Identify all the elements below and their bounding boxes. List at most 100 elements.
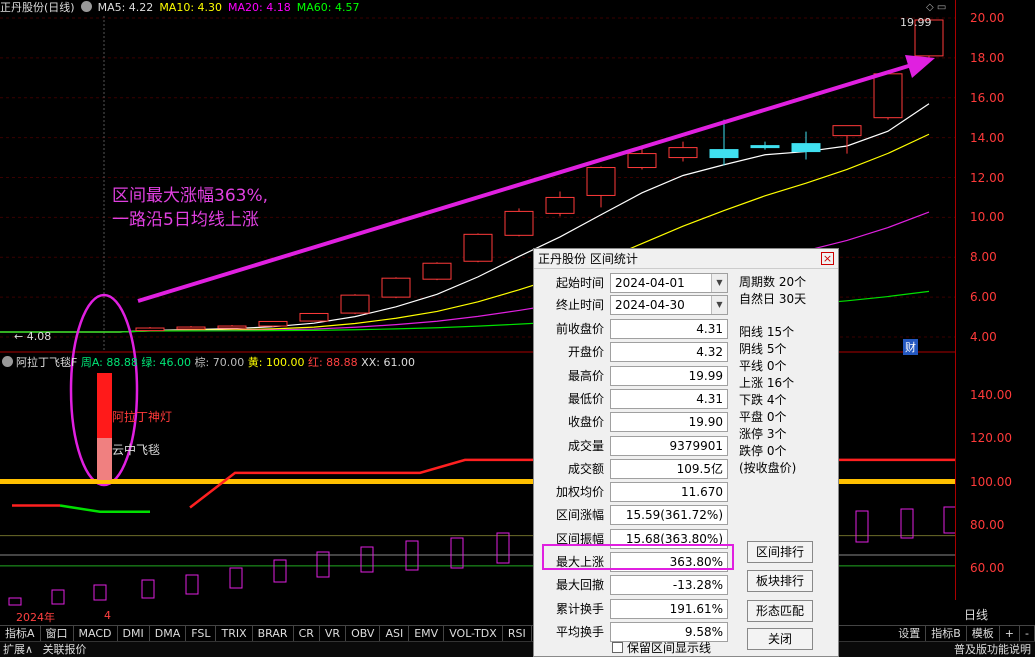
stat-row: 成交量 9379901 <box>534 435 734 456</box>
candle-body[interactable] <box>791 143 821 153</box>
candle-body[interactable] <box>463 233 493 262</box>
purple-bar <box>93 584 107 601</box>
tab-right[interactable]: 设置 <box>893 626 927 641</box>
tab-right[interactable]: 模板 <box>967 626 1000 641</box>
price-axis-label: 18.00 <box>970 50 1005 65</box>
ma60-value: MA60: 4.57 <box>296 1 360 14</box>
tab-indicator[interactable]: DMA <box>150 626 187 641</box>
ind-hong: 红: 88.88 <box>307 356 358 369</box>
tab-indicator[interactable]: TRIX <box>216 626 253 641</box>
annotation-line-1: 区间最大涨幅363%, <box>112 186 269 206</box>
tab-indicator[interactable]: VR <box>320 626 347 641</box>
purple-bar <box>855 510 869 543</box>
close-button[interactable]: 关闭 <box>747 628 813 650</box>
tab-indicator[interactable]: 窗口 <box>41 626 74 641</box>
stat-row: 最低价 4.31 <box>534 388 734 409</box>
stat-row-label: 平均换手 <box>555 624 604 639</box>
indicator-tabs: 指标A 窗口 MACD DMI DMA FSL TRIX BRAR CR VR OBV ASI EMV V… <box>0 625 1035 641</box>
tab-indicator[interactable]: DMI <box>118 626 150 641</box>
ma10-value: MA10: 4.30 <box>159 1 223 14</box>
candle-body[interactable] <box>627 153 657 169</box>
tab-indicator[interactable]: FSL <box>186 626 217 641</box>
price-axis-label: 20.00 <box>970 11 1005 25</box>
tab-indicator[interactable]: 指标A <box>0 626 41 641</box>
stat-row-value: 9379901 <box>610 435 728 456</box>
stat-row-label: 区间涨幅 <box>555 508 604 523</box>
checkbox-box[interactable] <box>612 642 623 653</box>
candle-body[interactable] <box>668 147 698 159</box>
stat-row: 加权均价 11.670 <box>534 482 734 503</box>
candle-body[interactable] <box>504 210 534 236</box>
financial-badge[interactable]: 财 <box>903 339 918 355</box>
month-label: 4 <box>104 609 111 622</box>
settings-icon[interactable] <box>80 1 92 12</box>
tab-right[interactable]: 指标B <box>926 626 967 641</box>
green-indicator-line <box>59 504 150 514</box>
dialog-title: 正丹股份 区间统计 <box>538 252 638 266</box>
tab-indicator[interactable]: RSI <box>503 626 532 641</box>
tab-right[interactable]: + <box>1000 626 1021 641</box>
price-axis-label: 6.00 <box>970 290 997 305</box>
candle-body[interactable] <box>258 320 288 327</box>
candle-body[interactable] <box>176 326 206 330</box>
stat-row: 区间涨幅 15.59(361.72%) <box>534 505 734 526</box>
tab-indicator[interactable]: CR <box>294 626 320 641</box>
end-time-select[interactable]: 2024-04-30 ▼ <box>610 295 728 315</box>
tab-indicator[interactable]: MACD <box>74 626 118 641</box>
price-axis-label: 4.00 <box>970 330 997 344</box>
pattern-match-button[interactable]: 形态匹配 <box>747 600 813 622</box>
help-link[interactable]: 普及版功能说明 <box>954 642 1031 657</box>
candle-body[interactable] <box>750 145 780 149</box>
carpet-label: 云中飞毯 <box>112 443 161 457</box>
candle-body[interactable] <box>340 294 370 314</box>
range-rank-button[interactable]: 区间排行 <box>747 541 813 563</box>
candle-body[interactable] <box>135 327 165 332</box>
related-quotes-button[interactable]: 关联报价 <box>43 643 87 656</box>
indicator-settings-icon[interactable] <box>2 356 13 367</box>
candle-body[interactable] <box>586 167 616 196</box>
tab-indicator[interactable]: OBV <box>346 626 381 641</box>
purple-bar <box>229 567 243 589</box>
indicator-name[interactable]: 阿拉丁飞毯F <box>16 356 77 369</box>
purple-bar <box>8 597 22 606</box>
sector-rank-button[interactable]: 板块排行 <box>747 570 813 592</box>
start-time-select[interactable]: 2024-04-01 ▼ <box>610 273 728 293</box>
diamond-icon[interactable]: ◇ ▭ <box>926 2 946 13</box>
stat-row: 收盘价 19.90 <box>534 412 734 433</box>
ma5-value: MA5: 4.22 <box>97 1 154 14</box>
candle-body[interactable] <box>709 149 739 159</box>
stat-row-label: 成交额 <box>567 461 604 476</box>
dropdown-arrow-icon[interactable]: ▼ <box>711 274 727 292</box>
candle-body[interactable] <box>217 325 247 329</box>
stat-row: 最大回撤 -13.28% <box>534 575 734 596</box>
purple-bar <box>496 532 510 564</box>
candle-body[interactable] <box>545 196 575 214</box>
tab-indicator[interactable]: VOL-TDX <box>444 626 503 641</box>
stat-row-label: 累计换手 <box>555 601 604 616</box>
tab-indicator[interactable]: EMV <box>409 626 445 641</box>
dropdown-arrow-icon[interactable]: ▼ <box>711 296 727 314</box>
purple-bar <box>185 574 199 595</box>
period-label[interactable]: 日线 <box>964 606 988 623</box>
candle-body[interactable] <box>832 125 862 137</box>
price-axis-label: 16.00 <box>970 90 1005 105</box>
chart-title: 正丹股份(日线) <box>0 1 75 14</box>
close-icon[interactable]: × <box>821 252 834 265</box>
candle-body[interactable] <box>422 262 452 280</box>
candle-body[interactable] <box>873 73 903 119</box>
stat-row: 前收盘价 4.31 <box>534 319 734 339</box>
candle-body[interactable] <box>381 277 411 298</box>
stat-row: 累计换手 191.61% <box>534 598 734 619</box>
indicator-axis-label: 140.00 <box>970 388 1012 402</box>
dialog-title-bar[interactable]: 正丹股份 区间统计 × <box>534 249 838 269</box>
tab-right[interactable]: - <box>1020 626 1035 641</box>
tab-indicator[interactable]: ASI <box>380 626 410 641</box>
expand-button[interactable]: 扩展∧ <box>3 643 33 656</box>
keep-lines-checkbox[interactable]: 保留区间显示线 <box>612 639 711 656</box>
tab-indicator[interactable]: BRAR <box>253 626 294 641</box>
stat-row-value: 191.61% <box>610 598 728 619</box>
max-rise-highlight <box>542 544 734 570</box>
tabs-right-group: 设置 指标B 模板 + - <box>893 626 1035 641</box>
stat-row-value: -13.28% <box>610 575 728 596</box>
candle-body[interactable] <box>299 312 329 322</box>
